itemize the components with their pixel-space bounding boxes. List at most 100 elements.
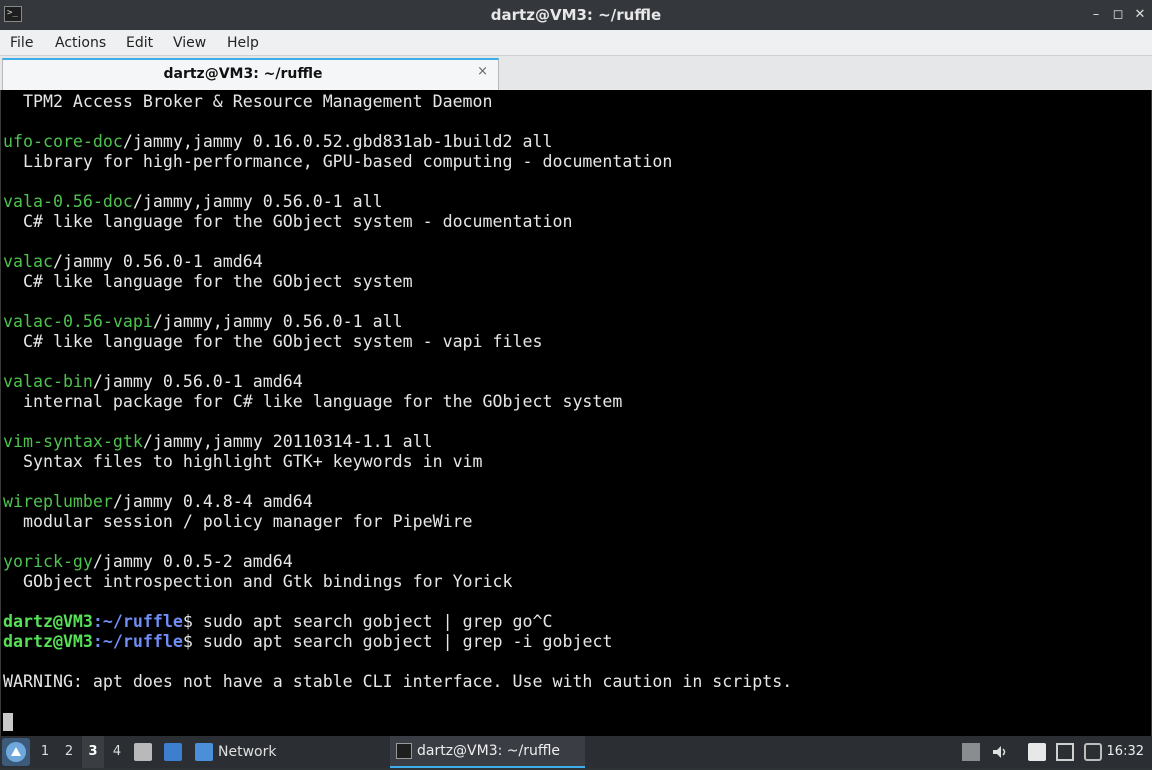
terminal-scrollbar[interactable]	[1147, 90, 1151, 736]
command-text: $ sudo apt search gobject | grep go^C	[182, 612, 553, 631]
minimize-button[interactable]: –	[1088, 7, 1104, 23]
menu-bar: File Actions Edit View Help	[0, 30, 1152, 56]
title-bar: >_ dartz@VM3: ~/ruffle – ◻ ✕	[0, 0, 1152, 30]
terminal-line-text: Syntax files to highlight GTK+ keywords …	[3, 452, 483, 471]
package-line: vim-syntax-gtk/jammy,jammy 20110314-1.1 …	[3, 432, 792, 452]
package-name: valac-0.56-vapi	[3, 312, 153, 331]
tab-bar: dartz@VM3: ~/ruffle ×	[0, 56, 1152, 90]
workspace-1[interactable]: 1	[34, 736, 56, 768]
tray-update-icon[interactable]	[962, 743, 980, 761]
show-desktop-icon[interactable]	[164, 743, 182, 761]
terminal-task-icon	[396, 743, 412, 759]
package-version: /jammy 0.0.5-2 amd64	[92, 552, 293, 571]
command-line: dartz@VM3:~/ruffle$ sudo apt search gobj…	[3, 632, 792, 652]
clipboard-icon[interactable]	[1028, 743, 1046, 761]
command-line: dartz@VM3:~/ruffle$ sudo apt search gobj…	[3, 612, 792, 632]
menu-edit[interactable]: Edit	[126, 30, 153, 56]
network-launcher[interactable]: Network	[218, 736, 276, 768]
folder-icon	[195, 743, 213, 761]
terminal-tab[interactable]: dartz@VM3: ~/ruffle ×	[2, 58, 499, 90]
workspace-3[interactable]: 3	[82, 736, 104, 768]
menu-actions[interactable]: Actions	[55, 30, 106, 56]
package-version: /jammy,jammy 0.16.0.52.gbd831ab-1build2 …	[122, 132, 553, 151]
maximize-button[interactable]: ◻	[1110, 7, 1126, 23]
terminal-line: GObject introspection and Gtk bindings f…	[3, 572, 792, 592]
package-name: valac-bin	[3, 372, 93, 391]
terminal-line-text: WARNING: apt does not have a stable CLI …	[3, 672, 793, 691]
window-title: dartz@VM3: ~/ruffle	[490, 6, 662, 24]
menu-help[interactable]: Help	[227, 30, 259, 56]
menu-file[interactable]: File	[10, 30, 33, 56]
terminal-text: TPM2 Access Broker & Resource Management…	[3, 92, 792, 732]
terminal-line: Syntax files to highlight GTK+ keywords …	[3, 452, 792, 472]
terminal-line: C# like language for the GObject system …	[3, 332, 792, 352]
terminal-line-text: C# like language for the GObject system	[3, 272, 413, 291]
prompt-user: dartz@VM3	[3, 612, 93, 631]
lubuntu-logo-icon	[6, 742, 26, 762]
package-name: vim-syntax-gtk	[3, 432, 143, 451]
start-menu-button[interactable]	[2, 738, 30, 766]
tab-close-icon[interactable]: ×	[477, 64, 488, 79]
command-text: $ sudo apt search gobject | grep -i gobj…	[182, 632, 613, 651]
package-version: /jammy,jammy 0.56.0-1 all	[132, 192, 383, 211]
terminal-line-text: Library for high-performance, GPU-based …	[3, 152, 673, 171]
close-button[interactable]: ✕	[1132, 7, 1148, 23]
prompt-user: dartz@VM3	[3, 632, 93, 651]
prompt-path: ~/ruffle	[102, 632, 183, 651]
tab-label: dartz@VM3: ~/ruffle	[163, 66, 323, 82]
terminal-line: C# like language for the GObject system	[3, 272, 792, 292]
package-line: yorick-gy/jammy 0.0.5-2 amd64	[3, 552, 792, 572]
taskbar-task-terminal[interactable]: dartz@VM3: ~/ruffle	[390, 736, 585, 768]
file-manager-icon[interactable]	[134, 743, 152, 761]
cursor-line	[3, 712, 792, 732]
terminal-output[interactable]: TPM2 Access Broker & Resource Management…	[0, 90, 1152, 736]
volume-icon[interactable]	[991, 743, 1009, 761]
package-line: wireplumber/jammy 0.4.8-4 amd64	[3, 492, 792, 512]
terminal-line-text: internal package for C# like language fo…	[3, 392, 623, 411]
package-line: vala-0.56-doc/jammy,jammy 0.56.0-1 all	[3, 192, 792, 212]
terminal-line-text: C# like language for the GObject system …	[3, 332, 543, 351]
terminal-line-text: modular session / policy manager for Pip…	[3, 512, 473, 531]
workspace-4[interactable]: 4	[106, 736, 128, 768]
package-version: /jammy,jammy 0.56.0-1 all	[152, 312, 403, 331]
package-version: /jammy,jammy 20110314-1.1 all	[142, 432, 433, 451]
package-version: /jammy 0.56.0-1 amd64	[52, 252, 263, 271]
terminal-line: C# like language for the GObject system …	[3, 212, 792, 232]
terminal-line-text: TPM2 Access Broker & Resource Management…	[3, 92, 493, 111]
package-line: ufo-core-doc/jammy,jammy 0.16.0.52.gbd83…	[3, 132, 792, 152]
terminal-line: Library for high-performance, GPU-based …	[3, 152, 792, 172]
package-line: valac-0.56-vapi/jammy,jammy 0.56.0-1 all	[3, 312, 792, 332]
package-name: yorick-gy	[3, 552, 93, 571]
menu-view[interactable]: View	[173, 30, 206, 56]
terminal-line: modular session / policy manager for Pip…	[3, 512, 792, 532]
package-version: /jammy 0.4.8-4 amd64	[112, 492, 313, 511]
package-line: valac-bin/jammy 0.56.0-1 amd64	[3, 372, 792, 392]
prompt-separator: :	[92, 612, 103, 631]
prompt-separator: :	[92, 632, 103, 651]
terminal-line-text: GObject introspection and Gtk bindings f…	[3, 572, 513, 591]
package-line: valac/jammy 0.56.0-1 amd64	[3, 252, 792, 272]
workspace-2[interactable]: 2	[58, 736, 80, 768]
prompt-path: ~/ruffle	[102, 612, 183, 631]
package-name: wireplumber	[3, 492, 113, 511]
text-cursor	[3, 713, 13, 731]
terminal-line-text: C# like language for the GObject system …	[3, 212, 573, 231]
package-version: /jammy 0.56.0-1 amd64	[92, 372, 303, 391]
clock[interactable]: 16:32	[1107, 736, 1144, 768]
terminal-line: internal package for C# like language fo…	[3, 392, 792, 412]
terminal-line: TPM2 Access Broker & Resource Management…	[3, 92, 792, 112]
battery-icon[interactable]	[1084, 743, 1102, 761]
task-label: dartz@VM3: ~/ruffle	[417, 743, 561, 759]
network-status-icon[interactable]	[1056, 743, 1074, 761]
